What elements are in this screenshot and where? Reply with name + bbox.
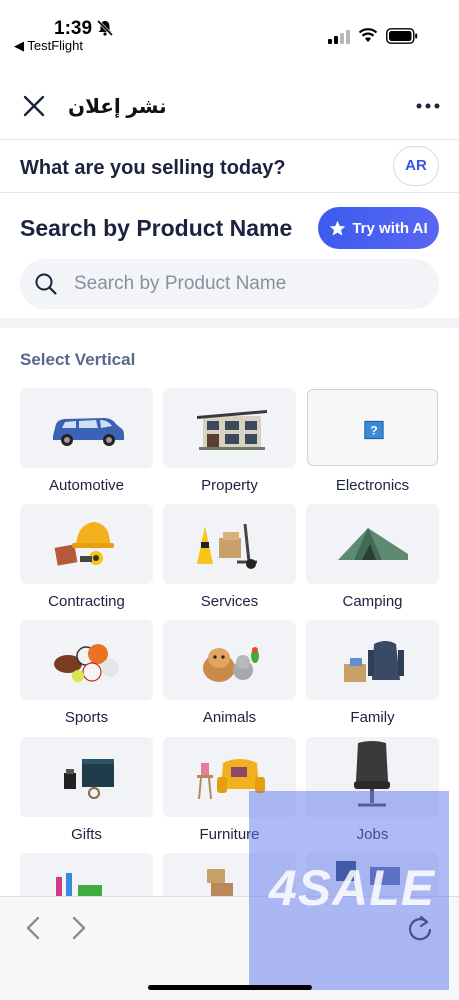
vertical-label: Jobs: [356, 826, 389, 843]
tent-image: [338, 528, 408, 560]
vertical-label: Electronics: [335, 477, 410, 494]
search-icon: [35, 273, 57, 295]
gift-box-image: [64, 759, 114, 799]
home-indicator: [148, 985, 312, 990]
battery-icon: [386, 28, 418, 44]
section-divider: [0, 318, 459, 328]
vertical-tile-camping[interactable]: [306, 504, 439, 584]
house-image: [197, 410, 267, 450]
vertical-label: Sports: [64, 709, 109, 726]
selling-question: What are you selling today?: [20, 157, 286, 179]
balls-image: [54, 644, 119, 682]
try-with-ai-button[interactable]: Try with AI: [318, 207, 439, 249]
page-title: نشر إعلان: [68, 96, 167, 118]
vertical-tile-gifts[interactable]: [20, 737, 153, 817]
vertical-label: Camping: [342, 593, 403, 610]
try-with-ai-label: Try with AI: [352, 219, 428, 237]
back-to-testflight-link[interactable]: ◀ TestFlight: [14, 38, 83, 54]
wifi-icon: [358, 28, 378, 42]
vertical-tile-services[interactable]: [163, 504, 296, 584]
close-icon[interactable]: [20, 92, 48, 120]
more-options-icon[interactable]: [415, 92, 441, 120]
reload-icon[interactable]: [406, 913, 434, 943]
vertical-tile-electronics[interactable]: ?: [307, 389, 438, 466]
vertical-label: Property: [201, 477, 258, 494]
vertical-label: Family: [350, 709, 395, 726]
pets-image: [203, 647, 259, 682]
vertical-tile-automotive[interactable]: [20, 388, 153, 468]
vertical-tile-family[interactable]: [306, 620, 439, 700]
language-toggle-button[interactable]: AR: [393, 146, 439, 186]
armchair-image: [197, 759, 265, 800]
select-vertical-heading: Select Vertical: [20, 350, 136, 369]
vertical-label: Gifts: [71, 826, 102, 843]
clothes-toys-image: [344, 641, 404, 682]
status-time: 1:39: [54, 18, 93, 39]
vertical-tile-property[interactable]: [163, 388, 296, 468]
selling-question-row: What are you selling today? AR: [0, 141, 459, 193]
vertical-tile-furniture[interactable]: [163, 737, 296, 817]
office-chair-image: [354, 741, 390, 807]
svg-text:?: ?: [370, 424, 377, 438]
search-box[interactable]: [20, 259, 439, 309]
vertical-label: Contracting: [48, 593, 125, 610]
search-input[interactable]: [74, 259, 424, 309]
search-section-title: Search by Product Name: [20, 215, 293, 241]
broken-image-placeholder: ?: [364, 420, 384, 440]
car-image: [53, 418, 124, 446]
silent-bell-icon: [96, 19, 114, 37]
vertical-label: Services: [200, 593, 259, 610]
hard-hat-tools-image: [54, 522, 114, 566]
vertical-tile-animals[interactable]: [163, 620, 296, 700]
vertical-label: Furniture: [199, 826, 260, 843]
star-icon: [330, 220, 346, 236]
chevron-left-icon[interactable]: [22, 915, 44, 941]
vertical-tile-contracting[interactable]: [20, 504, 153, 584]
signal-icon: [328, 30, 350, 44]
nav-header: نشر إعلان: [0, 78, 459, 140]
chevron-right-icon[interactable]: [68, 915, 90, 941]
hand-truck-boxes-image: [197, 523, 257, 569]
status-bar: 1:39 ◀ TestFlight: [0, 0, 459, 60]
vertical-tile-jobs[interactable]: [306, 737, 439, 817]
vertical-tile-sports[interactable]: [20, 620, 153, 700]
vertical-label: Animals: [202, 709, 257, 726]
vertical-label: Automotive: [48, 477, 125, 494]
